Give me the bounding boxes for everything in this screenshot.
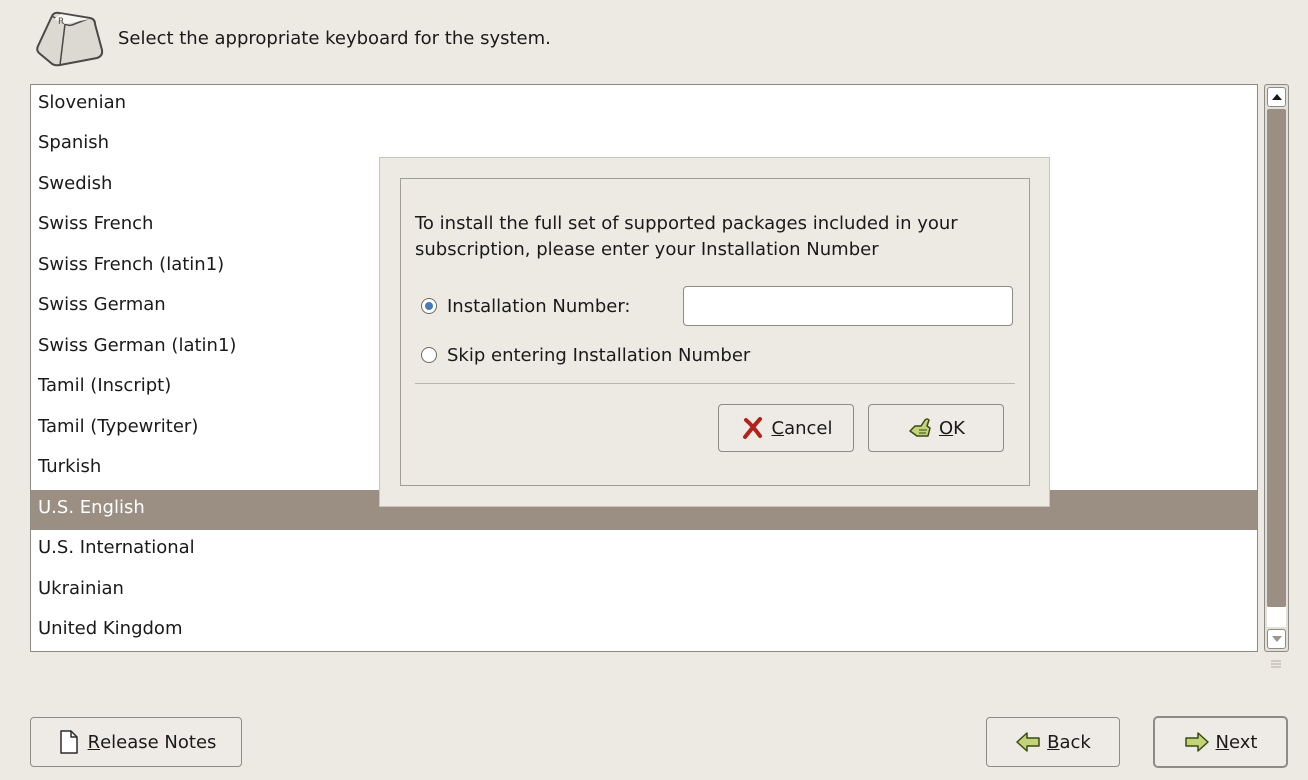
ok-button[interactable]: OK (868, 404, 1004, 452)
radio-installation-number[interactable]: Installation Number: (421, 293, 630, 319)
arrow-left-icon (1016, 732, 1040, 752)
keyboard-key-icon: R (36, 11, 104, 67)
radio-label: Skip entering Installation Number (447, 344, 751, 366)
installer-window: R Select the appropriate keyboard for th… (0, 0, 1308, 780)
dialog-message: To install the full set of supported pac… (415, 213, 958, 260)
installation-number-dialog: To install the full set of supported pac… (380, 158, 1049, 506)
list-item[interactable]: Ukrainian (31, 571, 1257, 611)
cancel-button[interactable]: Cancel (718, 404, 854, 452)
list-item[interactable]: Slovenian (31, 85, 1257, 125)
svg-text:R: R (58, 17, 64, 27)
dialog-frame: To install the full set of supported pac… (400, 178, 1030, 486)
arrow-right-icon (1184, 732, 1209, 752)
page-instruction: Select the appropriate keyboard for the … (118, 28, 551, 49)
next-button[interactable]: Next (1154, 717, 1287, 767)
scroll-down-button[interactable] (1267, 629, 1286, 649)
release-notes-button[interactable]: Release Notes (30, 717, 242, 767)
x-cancel-icon (742, 417, 762, 439)
ok-hand-icon (909, 418, 931, 437)
triangle-down-icon (1272, 636, 1282, 642)
list-item[interactable]: U.S. International (31, 530, 1257, 570)
scroll-thumb[interactable] (1267, 109, 1286, 607)
back-button[interactable]: Back (986, 717, 1120, 767)
document-icon (59, 730, 78, 754)
list-scrollbar[interactable] (1264, 84, 1289, 668)
scroll-up-button[interactable] (1267, 87, 1286, 107)
radio-label: Installation Number: (447, 295, 631, 317)
radio-checked-icon[interactable] (421, 298, 437, 314)
list-item[interactable]: United Kingdom (31, 611, 1257, 651)
radio-skip-installation-number[interactable]: Skip entering Installation Number (421, 342, 750, 368)
installation-number-input[interactable] (683, 286, 1013, 326)
grip-icon (1271, 660, 1281, 668)
scroll-track[interactable] (1267, 607, 1286, 627)
radio-unchecked-icon[interactable] (421, 347, 437, 363)
dialog-divider (415, 383, 1015, 384)
triangle-up-icon (1272, 94, 1282, 100)
